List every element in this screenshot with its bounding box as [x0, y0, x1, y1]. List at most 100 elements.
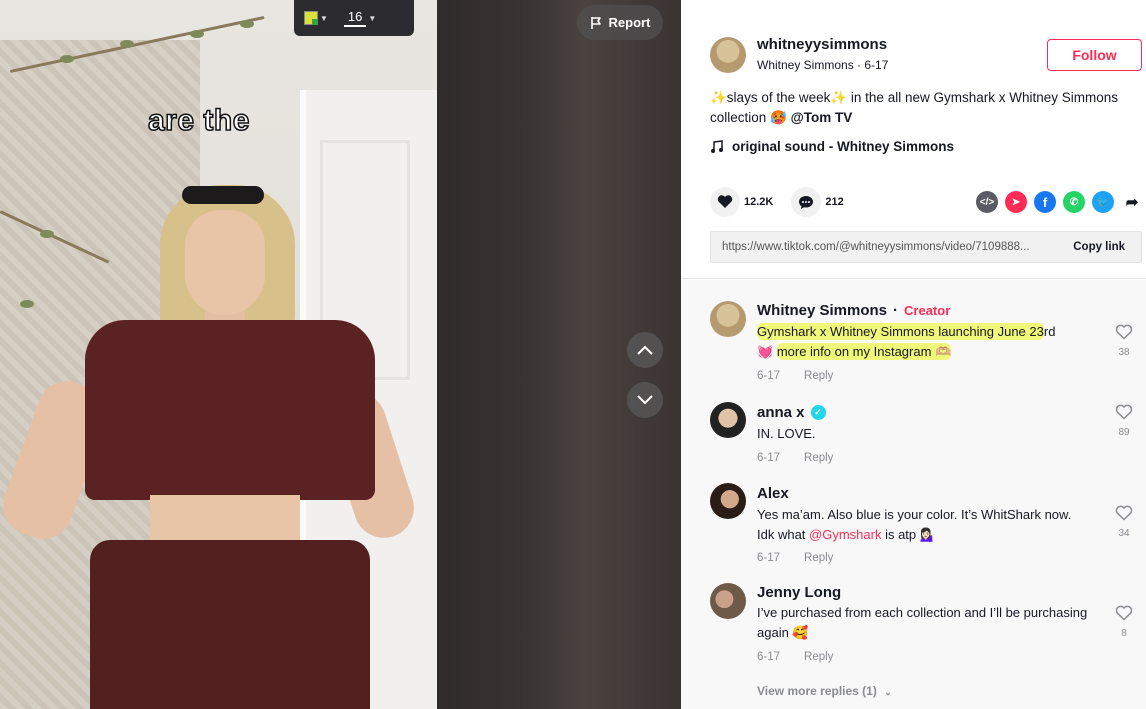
reply-button[interactable]: Reply: [804, 552, 833, 564]
name-separator: ·: [893, 302, 899, 319]
commenter-avatar[interactable]: [710, 301, 746, 337]
post-header: whitneyysimmons Whitney Simmons · 6-17 F…: [681, 0, 1146, 279]
link-box: https://www.tiktok.com/@whitneyysimmons/…: [710, 231, 1142, 263]
person-pants: [90, 540, 370, 709]
commenter-avatar[interactable]: [710, 483, 746, 519]
comment-date: 6-17: [757, 651, 781, 663]
comment-meta: 6-17 Reply: [757, 552, 833, 564]
comment-like-button[interactable]: 89: [1113, 404, 1135, 438]
next-video-button[interactable]: [627, 382, 663, 418]
video-frame[interactable]: are the: [0, 0, 437, 709]
author-username[interactable]: whitneyysimmons: [757, 36, 887, 53]
view-more-replies-button[interactable]: View more replies (1) ⌄: [757, 684, 892, 698]
facebook-icon[interactable]: f: [1034, 191, 1056, 213]
sunglasses: [182, 186, 264, 204]
video-caption-overlay: are the: [147, 103, 250, 138]
report-label: Report: [608, 15, 651, 30]
comment-like-count: 89: [1118, 427, 1130, 438]
highlighted-text: Gymshark x Whitney Simmons launching Jun…: [757, 323, 1044, 340]
commenter-name-text: Jenny Long: [757, 584, 842, 601]
share-arrow-icon[interactable]: ➦: [1121, 191, 1143, 213]
comment-meta: 6-17 Reply: [757, 651, 833, 663]
like-count: 12.2K: [744, 196, 774, 208]
reply-button[interactable]: Reply: [804, 452, 833, 464]
verified-badge-icon: ✓: [810, 405, 826, 420]
heart-outline-icon: [1115, 605, 1133, 621]
author-avatar[interactable]: [710, 37, 746, 73]
leaf: [40, 230, 54, 238]
follow-button[interactable]: Follow: [1047, 39, 1142, 71]
comment-text: Gymshark x Whitney Simmons launching Jun…: [757, 322, 1092, 362]
heart-icon: [717, 195, 733, 208]
music-title: original sound - Whitney Simmons: [732, 139, 955, 154]
caret-down-icon: ▼: [368, 13, 377, 23]
comment-date: 6-17: [757, 452, 781, 464]
commenter-name[interactable]: Jenny Long: [757, 584, 841, 601]
comment-text-after: is atp 💁🏻‍♀️: [881, 527, 936, 542]
twitter-icon[interactable]: 🐦: [1092, 191, 1114, 213]
comment-like-button[interactable]: 38: [1113, 324, 1135, 358]
commenter-name-text: Alex: [757, 485, 789, 502]
comment-icon: [799, 195, 814, 209]
heart-outline-icon: [1115, 404, 1133, 420]
commenter-avatar[interactable]: [710, 402, 746, 438]
reply-button[interactable]: Reply: [804, 651, 833, 663]
leaf: [20, 300, 34, 308]
comment-like-count: 34: [1118, 528, 1130, 539]
chevron-down-icon: [637, 395, 653, 405]
font-size-value: 16: [343, 9, 367, 27]
person-top: [85, 320, 375, 500]
share-row: </> ➤ f ✆ 🐦 ➦: [976, 191, 1143, 213]
info-panel: whitneyysimmons Whitney Simmons · 6-17 F…: [681, 0, 1146, 709]
commenter-avatar[interactable]: [710, 583, 746, 619]
chevron-up-icon: [637, 345, 653, 355]
comment-meta: 6-17 Reply: [757, 370, 833, 382]
view-more-label: View more replies (1): [757, 684, 877, 698]
heart-emoji: 💓: [757, 344, 774, 359]
video-link-url[interactable]: https://www.tiktok.com/@whitneyysimmons/…: [711, 241, 1061, 253]
previous-video-button[interactable]: [627, 332, 663, 368]
comment-meta: 6-17 Reply: [757, 452, 833, 464]
description-text: ✨slays of the week✨ in the all new Gymsh…: [710, 90, 1119, 125]
comment-date: 6-17: [757, 552, 781, 564]
comment-like-count: 38: [1118, 347, 1130, 358]
comment-button[interactable]: [791, 187, 822, 217]
comment-like-button[interactable]: 8: [1113, 605, 1135, 639]
comment-text: IN. LOVE.: [757, 426, 816, 441]
reply-button[interactable]: Reply: [804, 370, 833, 382]
comments-list: Whitney Simmons · Creator Gymshark x Whi…: [681, 280, 1146, 709]
comment-count: 212: [825, 196, 844, 208]
commenter-name[interactable]: Alex: [757, 485, 789, 502]
engagement-row: 12.2K 212: [710, 187, 862, 217]
author-display-date: Whitney Simmons · 6-17: [757, 58, 889, 72]
music-note-icon: [711, 139, 723, 153]
color-picker[interactable]: ▼: [304, 11, 328, 25]
send-icon[interactable]: ➤: [1005, 191, 1027, 213]
commenter-name-text: anna x: [757, 404, 805, 421]
embed-icon[interactable]: </>: [976, 191, 998, 213]
annotation-toolbar: ▼ 16 ▼: [294, 0, 414, 36]
like-button[interactable]: [710, 187, 740, 217]
description-mention[interactable]: @Tom TV: [791, 110, 853, 125]
comment-like-button[interactable]: 34: [1113, 505, 1135, 539]
comment-text: Yes ma’am. Also blue is your color. It’s…: [757, 505, 1092, 545]
commenter-name[interactable]: anna x ✓: [757, 404, 826, 421]
leaf: [190, 30, 204, 38]
font-size-picker[interactable]: 16 ▼: [343, 9, 377, 27]
comment-mention[interactable]: @Gymshark: [809, 527, 881, 542]
copy-link-button[interactable]: Copy link: [1061, 241, 1141, 253]
music-link[interactable]: original sound - Whitney Simmons: [710, 139, 954, 154]
person-face: [185, 210, 265, 315]
leaf: [60, 55, 74, 63]
color-swatch-icon: [304, 11, 318, 25]
comment-text: I’ve purchased from each collection and …: [757, 605, 1088, 640]
heart-outline-icon: [1115, 505, 1133, 521]
flag-icon: [590, 16, 601, 29]
leaf: [240, 20, 254, 28]
commenter-name[interactable]: Whitney Simmons · Creator: [757, 302, 950, 319]
whatsapp-icon[interactable]: ✆: [1063, 191, 1085, 213]
heart-outline-icon: [1115, 324, 1133, 340]
report-button[interactable]: Report: [577, 5, 663, 40]
commenter-name-text: Whitney Simmons: [757, 302, 888, 319]
video-player[interactable]: are the ▼ 16 ▼ Report: [0, 0, 681, 709]
